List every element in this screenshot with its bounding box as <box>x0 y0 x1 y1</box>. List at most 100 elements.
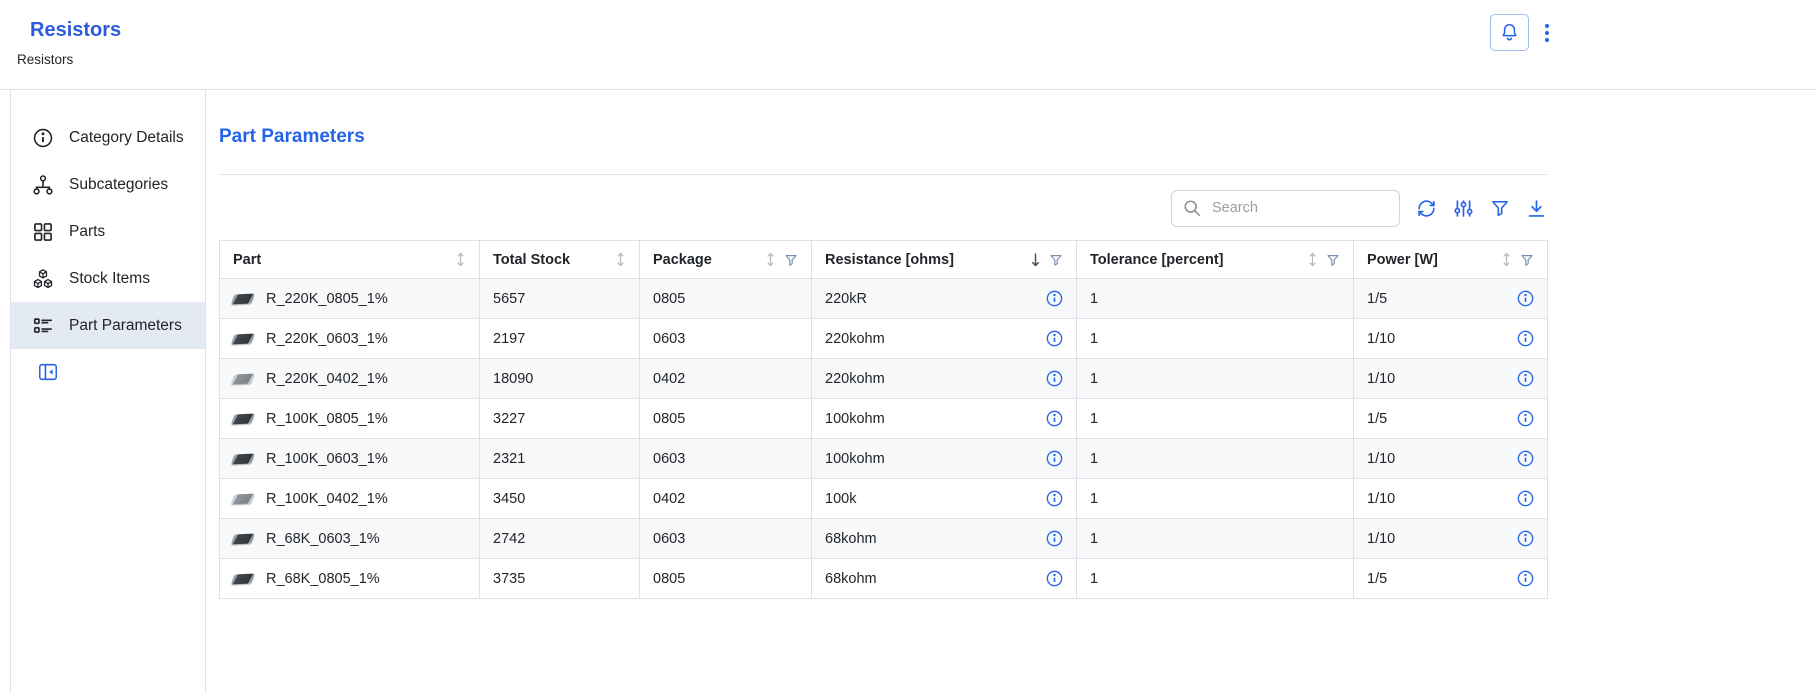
tolerance-value: 1 <box>1090 451 1098 467</box>
org-chart-icon <box>32 174 54 196</box>
info-icon[interactable] <box>1517 370 1534 387</box>
info-icon[interactable] <box>1046 490 1063 507</box>
tolerance-value: 1 <box>1090 291 1098 307</box>
refresh-button[interactable] <box>1416 198 1437 219</box>
column-header-package[interactable]: Package <box>640 241 812 279</box>
search-input[interactable] <box>1210 199 1388 217</box>
column-header-total-stock[interactable]: Total Stock <box>480 241 640 279</box>
column-header-power[interactable]: Power [W] <box>1354 241 1548 279</box>
info-icon[interactable] <box>1517 290 1534 307</box>
info-icon[interactable] <box>1517 410 1534 427</box>
download-button[interactable] <box>1526 198 1547 219</box>
info-icon[interactable] <box>1046 370 1063 387</box>
sidebar-item-label: Subcategories <box>69 176 168 194</box>
part-name: R_68K_0603_1% <box>266 531 380 547</box>
overflow-menu-button[interactable] <box>1539 19 1555 47</box>
info-icon[interactable] <box>1046 330 1063 347</box>
table-row[interactable]: R_68K_0805_1% 3735 0805 68kohm 1 1/5 <box>220 559 1548 599</box>
info-icon[interactable] <box>1517 330 1534 347</box>
power-value: 1/10 <box>1367 371 1395 387</box>
total-stock-value: 3450 <box>493 491 525 507</box>
package-value: 0603 <box>653 531 685 547</box>
info-icon[interactable] <box>1517 530 1534 547</box>
info-icon[interactable] <box>1046 530 1063 547</box>
sidebar-item-parts[interactable]: Parts <box>11 208 205 255</box>
resistance-value: 220kohm <box>825 371 885 387</box>
filter-icon <box>1490 198 1510 218</box>
part-name: R_100K_0805_1% <box>266 411 388 427</box>
resistor-chip-icon <box>231 373 255 384</box>
info-icon[interactable] <box>1046 450 1063 467</box>
total-stock-value: 2742 <box>493 531 525 547</box>
main-content: Part Parameters <box>206 90 1817 693</box>
column-header-tolerance[interactable]: Tolerance [percent] <box>1077 241 1354 279</box>
search-box <box>1171 190 1400 227</box>
column-header-part[interactable]: Part <box>220 241 480 279</box>
total-stock-value: 5657 <box>493 291 525 307</box>
table-row[interactable]: R_220K_0805_1% 5657 0805 220kR 1 1/5 <box>220 279 1548 319</box>
resistor-chip-icon <box>231 453 255 464</box>
info-icon[interactable] <box>1046 290 1063 307</box>
tolerance-value: 1 <box>1090 531 1098 547</box>
sidebar-item-subcategories[interactable]: Subcategories <box>11 161 205 208</box>
list-details-icon <box>32 315 54 337</box>
bell-icon <box>1499 22 1520 43</box>
column-filter-icon[interactable] <box>784 253 798 267</box>
table-row[interactable]: R_100K_0402_1% 3450 0402 100k 1 1/10 <box>220 479 1548 519</box>
tolerance-value: 1 <box>1090 571 1098 587</box>
power-value: 1/5 <box>1367 571 1387 587</box>
sidebar-item-stock-items[interactable]: Stock Items <box>11 255 205 302</box>
header-actions <box>1490 14 1555 51</box>
table-row[interactable]: R_100K_0603_1% 2321 0603 100kohm 1 1/10 <box>220 439 1548 479</box>
part-name: R_220K_0603_1% <box>266 331 388 347</box>
info-icon[interactable] <box>1517 450 1534 467</box>
power-value: 1/10 <box>1367 491 1395 507</box>
resistance-value: 100kohm <box>825 451 885 467</box>
column-filter-icon[interactable] <box>1520 253 1534 267</box>
part-name: R_220K_0402_1% <box>266 371 388 387</box>
total-stock-value: 2321 <box>493 451 525 467</box>
sort-icon <box>615 252 626 267</box>
sidebar: Category Details Subcategories <box>11 90 206 693</box>
app-window: Resistors Resistors <box>0 0 1817 693</box>
boxes-icon <box>32 268 54 290</box>
column-label: Power [W] <box>1367 252 1438 268</box>
table-row[interactable]: R_100K_0805_1% 3227 0805 100kohm 1 1/5 <box>220 399 1548 439</box>
grid-icon <box>32 221 54 243</box>
info-icon <box>32 127 54 149</box>
table-row[interactable]: R_220K_0402_1% 18090 0402 220kohm 1 1/10 <box>220 359 1548 399</box>
info-icon[interactable] <box>1517 490 1534 507</box>
part-name: R_68K_0805_1% <box>266 571 380 587</box>
category-card: Category Details Subcategories <box>10 90 1817 693</box>
column-label: Part <box>233 252 261 268</box>
total-stock-value: 3227 <box>493 411 525 427</box>
sidebar-item-label: Stock Items <box>69 270 150 288</box>
table-row[interactable]: R_68K_0603_1% 2742 0603 68kohm 1 1/10 <box>220 519 1548 559</box>
sort-icon <box>1501 252 1512 267</box>
sidebar-collapse-button[interactable] <box>37 361 59 383</box>
resistor-chip-icon <box>231 413 255 424</box>
info-icon[interactable] <box>1046 410 1063 427</box>
resistance-value: 100kohm <box>825 411 885 427</box>
filter-button[interactable] <box>1490 198 1510 218</box>
column-filter-icon[interactable] <box>1326 253 1340 267</box>
info-icon[interactable] <box>1517 570 1534 587</box>
resistance-value: 68kohm <box>825 571 877 587</box>
info-icon[interactable] <box>1046 570 1063 587</box>
sidebar-item-category-details[interactable]: Category Details <box>11 114 205 161</box>
column-header-resistance[interactable]: Resistance [ohms] <box>812 241 1077 279</box>
power-value: 1/5 <box>1367 291 1387 307</box>
page-header: Resistors Resistors <box>0 0 1817 90</box>
resistor-chip-icon <box>231 293 255 304</box>
table-row[interactable]: R_220K_0603_1% 2197 0603 220kohm 1 1/10 <box>220 319 1548 359</box>
notifications-button[interactable] <box>1490 14 1529 51</box>
part-name: R_100K_0603_1% <box>266 451 388 467</box>
column-filter-icon[interactable] <box>1049 253 1063 267</box>
resistor-chip-icon <box>231 573 255 584</box>
resistor-chip-icon <box>231 493 255 504</box>
sidebar-item-part-parameters[interactable]: Part Parameters <box>11 302 205 349</box>
column-label: Package <box>653 252 712 268</box>
total-stock-value: 2197 <box>493 331 525 347</box>
column-settings-button[interactable] <box>1453 198 1474 219</box>
total-stock-value: 3735 <box>493 571 525 587</box>
